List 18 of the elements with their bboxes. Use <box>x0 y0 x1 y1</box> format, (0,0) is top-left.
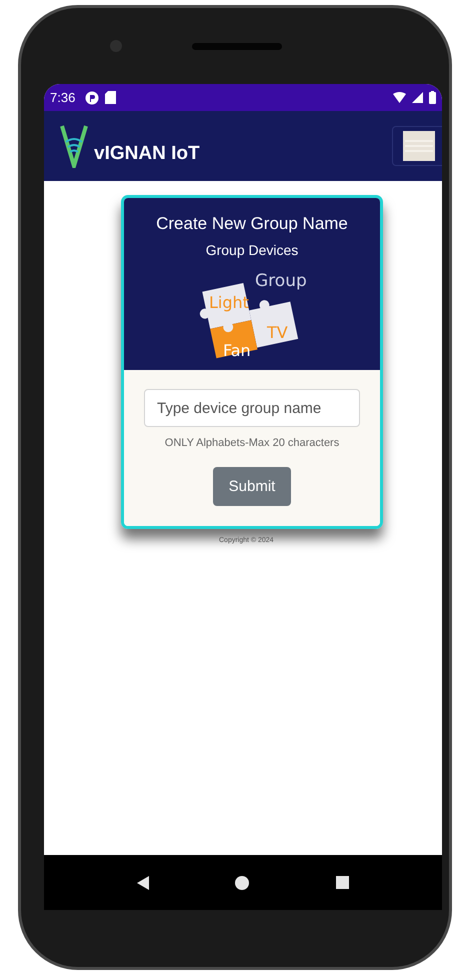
battery-icon <box>429 91 436 104</box>
home-icon[interactable] <box>235 876 250 890</box>
submit-button[interactable]: Submit <box>213 467 291 506</box>
clock-time: 7:36 <box>50 90 76 105</box>
recents-icon[interactable] <box>336 876 349 889</box>
hint-text: ONLY Alphabets-Max 20 characters <box>164 437 340 449</box>
notification-icon <box>85 90 100 104</box>
app-title: vIGNAN IoT <box>94 143 200 165</box>
card-subtitle: Group Devices <box>206 242 298 258</box>
back-icon[interactable] <box>137 876 150 890</box>
sd-card-icon <box>105 91 116 104</box>
card-title: Create New Group Name <box>156 214 348 234</box>
signal-icon <box>412 92 423 103</box>
group-name-input[interactable]: Type device group name <box>144 389 360 427</box>
menu-icon <box>403 131 435 161</box>
logo-icon <box>58 124 90 168</box>
menu-button[interactable] <box>392 126 442 166</box>
wifi-icon <box>393 92 406 103</box>
